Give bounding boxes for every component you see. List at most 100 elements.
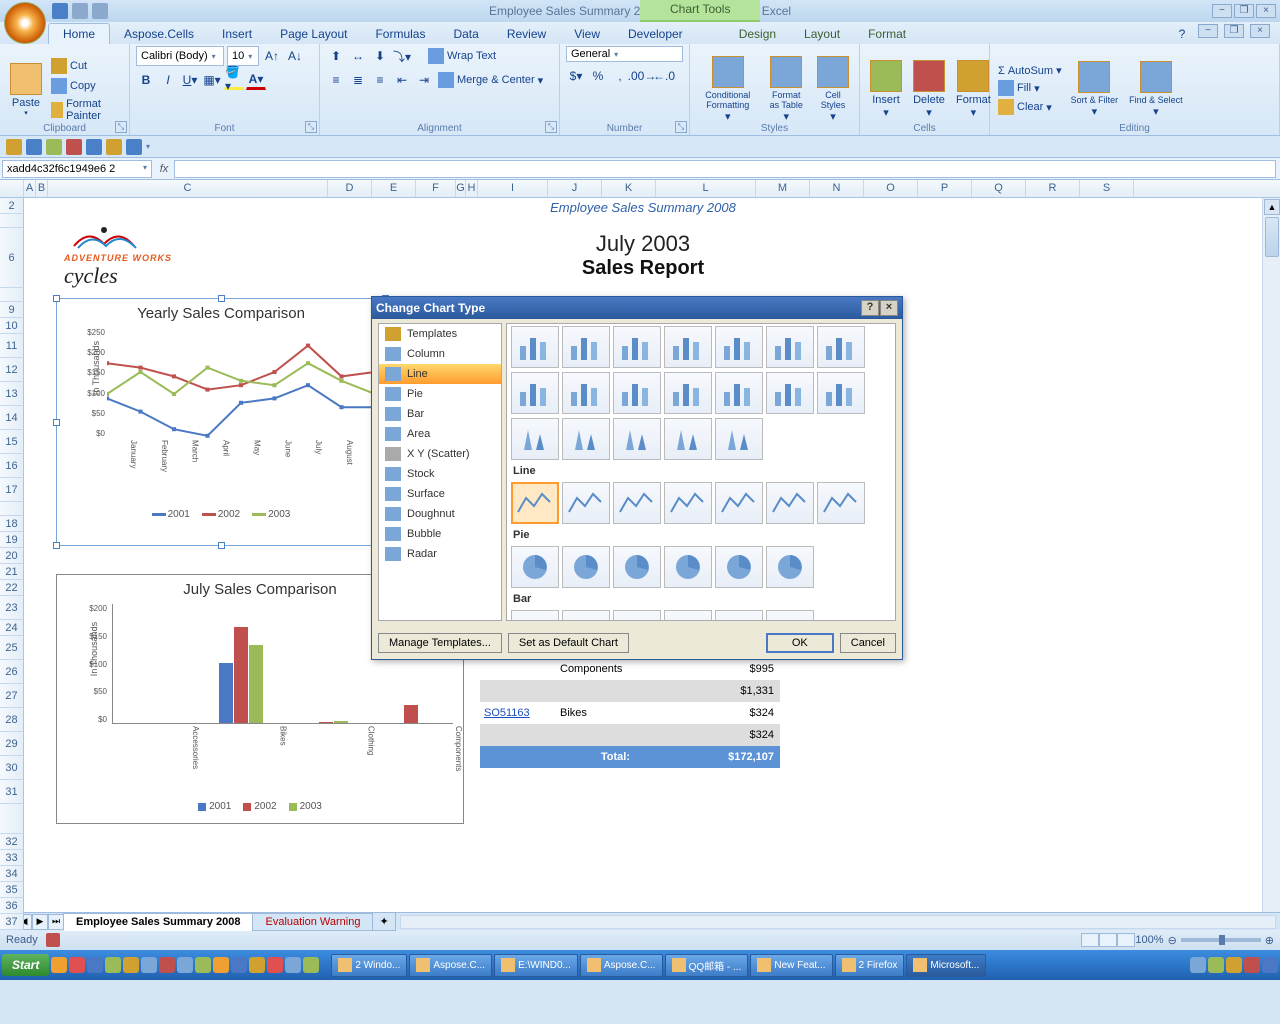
tray-icon[interactable] (213, 957, 229, 973)
col-h[interactable]: H (466, 180, 478, 197)
tab-home[interactable]: Home (48, 23, 110, 44)
tray-icon[interactable] (159, 957, 175, 973)
indent-increase-icon[interactable]: ⇥ (414, 70, 434, 90)
row-header[interactable] (0, 804, 24, 834)
align-right-icon[interactable]: ≡ (370, 70, 390, 90)
resize-handle[interactable] (53, 542, 60, 549)
align-top-icon[interactable]: ⬆ (326, 46, 346, 66)
chart-thumb-pie[interactable] (511, 546, 559, 588)
tray-icon[interactable] (249, 957, 265, 973)
chart-thumb-bar[interactable] (511, 610, 559, 621)
format-as-table-button[interactable]: Format as Table▾ (763, 54, 810, 125)
col-l[interactable]: L (656, 180, 756, 197)
chart-thumb-bar[interactable] (766, 610, 814, 621)
col-j[interactable]: J (548, 180, 602, 197)
format-painter-button[interactable]: Format Painter (49, 97, 123, 123)
chart-category-bar[interactable]: Bar (379, 404, 501, 424)
decrease-decimal-icon[interactable]: ←.0 (654, 66, 674, 86)
font-color-icon[interactable]: A▾ (246, 70, 266, 90)
dialog-close-button[interactable]: × (880, 300, 898, 316)
percent-icon[interactable]: % (588, 66, 608, 86)
row-header[interactable]: 23 (0, 596, 24, 620)
tray-icon[interactable] (285, 957, 301, 973)
wrap-text-button[interactable]: Wrap Text (426, 46, 498, 66)
decrease-font-icon[interactable]: A↓ (285, 46, 305, 66)
increase-decimal-icon[interactable]: .00→ (632, 66, 652, 86)
row-header[interactable]: 36 (0, 898, 24, 914)
font-family-combo[interactable]: Calibri (Body)▾ (136, 46, 224, 66)
col-r[interactable]: R (1026, 180, 1080, 197)
qat-redo-icon[interactable] (92, 3, 108, 19)
row-header[interactable]: 31 (0, 780, 24, 804)
chart-thumb-column3d[interactable] (715, 372, 763, 414)
scroll-up-button[interactable]: ▲ (1264, 199, 1280, 215)
dialog-help-button[interactable]: ? (861, 300, 879, 316)
chart-thumb-column3d[interactable] (613, 372, 661, 414)
chart-thumb-line[interactable] (766, 482, 814, 524)
chart-thumb-pie[interactable] (562, 546, 610, 588)
row-header[interactable] (0, 502, 24, 516)
qat-undo-icon[interactable] (72, 3, 88, 19)
chart-thumb-bar[interactable] (562, 610, 610, 621)
insert-cells-button[interactable]: Insert▾ (866, 58, 906, 121)
taskbar-app-button[interactable]: E:\WIND0... (494, 954, 578, 977)
tab-aspose[interactable]: Aspose.Cells (110, 24, 208, 44)
col-g[interactable]: G (456, 180, 466, 197)
chart-thumb-pie[interactable] (664, 546, 712, 588)
col-i[interactable]: I (478, 180, 548, 197)
tray-icon[interactable] (87, 957, 103, 973)
cancel-button[interactable]: Cancel (840, 633, 896, 653)
chart-category-pie[interactable]: Pie (379, 384, 501, 404)
qat2-icon-1[interactable] (6, 139, 22, 155)
tab-design[interactable]: Design (725, 24, 790, 44)
chart-thumb-column[interactable] (766, 326, 814, 368)
sheet-tab-active[interactable]: Employee Sales Summary 2008 (63, 913, 253, 931)
row-header[interactable]: 16 (0, 454, 24, 478)
taskbar-app-button[interactable]: QQ邮箱 - ... (665, 954, 749, 977)
fx-button[interactable]: fx (154, 163, 174, 175)
col-e[interactable]: E (372, 180, 416, 197)
col-k[interactable]: K (602, 180, 656, 197)
row-header[interactable]: 9 (0, 302, 24, 318)
fill-color-icon[interactable]: 🪣▾ (224, 70, 244, 90)
chart-thumb-column[interactable] (511, 326, 559, 368)
chart-thumb-bar[interactable] (664, 610, 712, 621)
row-header[interactable]: 10 (0, 318, 24, 334)
qat2-icon-2[interactable] (26, 139, 42, 155)
doc-restore-button[interactable]: ❐ (1224, 24, 1244, 38)
tray-icon[interactable] (123, 957, 139, 973)
row-header[interactable]: 12 (0, 358, 24, 382)
row-header[interactable]: 11 (0, 334, 24, 358)
conditional-formatting-button[interactable]: Conditional Formatting▾ (696, 54, 760, 125)
row-header[interactable]: 13 (0, 382, 24, 406)
order-link[interactable]: SO51163 (480, 707, 560, 719)
col-s[interactable]: S (1080, 180, 1134, 197)
close-button[interactable]: × (1256, 4, 1276, 18)
number-dialog-launcher[interactable]: ⤡ (675, 121, 687, 133)
row-header[interactable]: 25 (0, 636, 24, 660)
macro-record-icon[interactable] (46, 933, 60, 947)
doc-close-button[interactable]: × (1250, 24, 1270, 38)
row-header[interactable]: 20 (0, 548, 24, 564)
formula-input[interactable] (174, 160, 1276, 178)
normal-view-button[interactable] (1081, 933, 1099, 947)
minimize-button[interactable]: − (1212, 4, 1232, 18)
chart-category-radar[interactable]: Radar (379, 544, 501, 564)
systray-icon[interactable] (1244, 957, 1260, 973)
font-size-combo[interactable]: 10▾ (227, 46, 259, 66)
row-header[interactable] (0, 288, 24, 302)
zoom-slider[interactable] (1181, 938, 1261, 942)
bold-icon[interactable]: B (136, 70, 156, 90)
col-n[interactable]: N (810, 180, 864, 197)
row-header[interactable]: 21 (0, 564, 24, 580)
chart-thumb-line[interactable] (664, 482, 712, 524)
chart-category-area[interactable]: Area (379, 424, 501, 444)
tray-icon[interactable] (267, 957, 283, 973)
tab-layout[interactable]: Layout (790, 24, 854, 44)
tab-insert[interactable]: Insert (208, 24, 266, 44)
resize-handle[interactable] (53, 419, 60, 426)
restore-button[interactable]: ❐ (1234, 4, 1254, 18)
tray-icon[interactable] (195, 957, 211, 973)
taskbar-app-button[interactable]: New Feat... (750, 954, 832, 977)
align-middle-icon[interactable]: ↔ (348, 46, 368, 66)
